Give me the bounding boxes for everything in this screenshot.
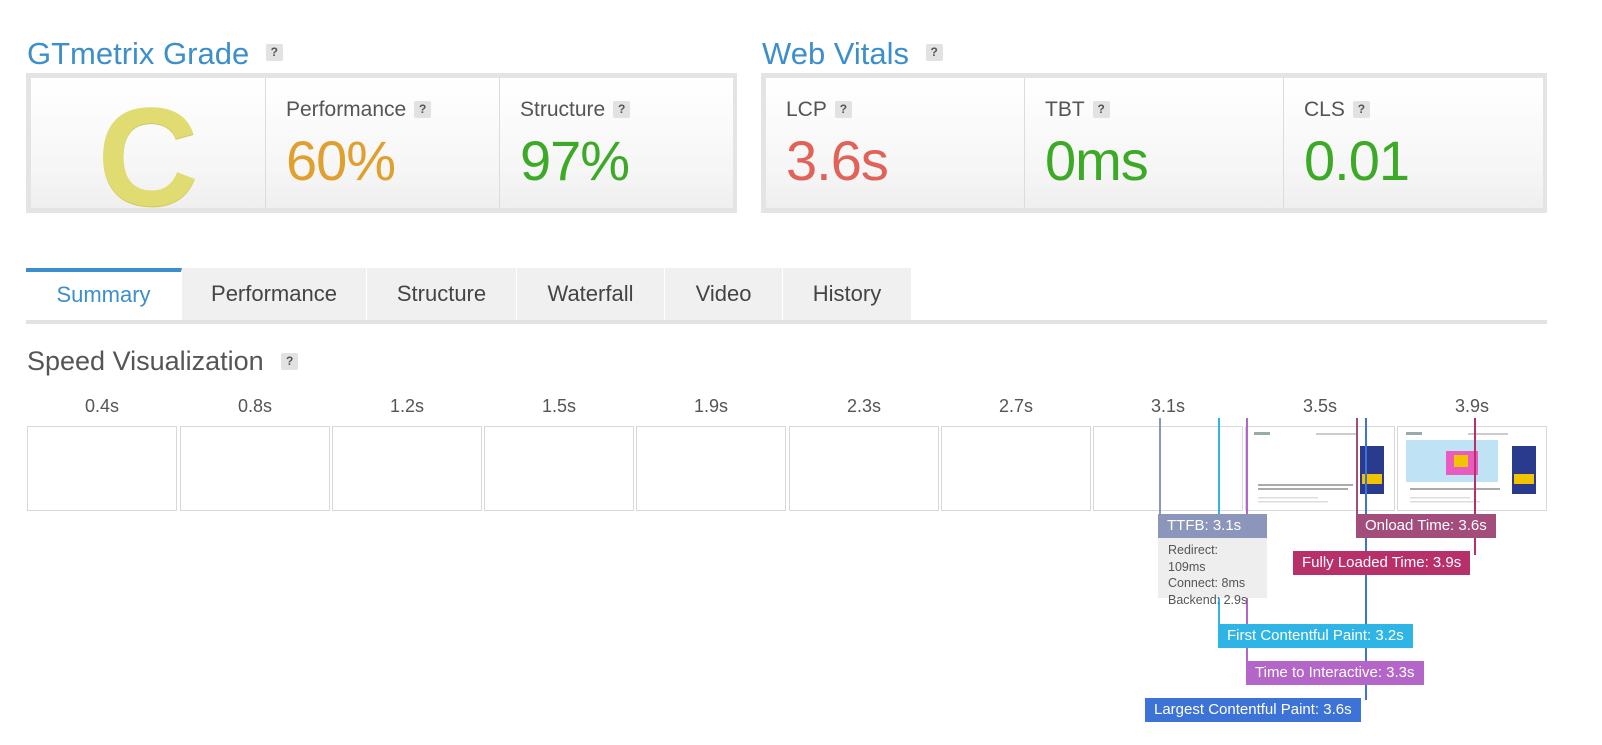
cls-value: 0.01 — [1304, 129, 1410, 192]
grade-letter: C — [97, 78, 199, 235]
tab-waterfall[interactable]: Waterfall — [517, 268, 665, 320]
performance-label-text: Performance — [286, 98, 407, 121]
grade-help-icon[interactable]: ? — [265, 44, 283, 61]
web-vitals-title: Web Vitals ? — [762, 36, 943, 72]
performance-value: 60% — [286, 129, 396, 192]
cls-help-icon[interactable]: ? — [1352, 101, 1370, 118]
filmstrip-frame[interactable] — [484, 426, 634, 511]
grade-cell: C — [31, 78, 265, 235]
filmstrip-frame-page-preview[interactable] — [1397, 426, 1547, 511]
tbt-value: 0ms — [1045, 129, 1149, 192]
lcp-help-icon[interactable]: ? — [834, 101, 852, 118]
onload-line — [1356, 418, 1358, 518]
ttfb-details: Redirect: 109ms Connect: 8ms Backend: 2.… — [1158, 538, 1267, 607]
page-thumbnail — [1406, 432, 1536, 503]
tab-performance[interactable]: Performance — [182, 268, 367, 320]
performance-help-icon[interactable]: ? — [414, 101, 432, 118]
tab-structure[interactable]: Structure — [367, 268, 517, 320]
fcp-marker[interactable]: First Contentful Paint: 3.2s — [1218, 624, 1413, 648]
ttfb-redirect: Redirect: 109ms — [1168, 543, 1219, 574]
tab-underline — [26, 320, 1547, 324]
ttfb-backend: Backend: 2.9s — [1168, 592, 1248, 607]
fully-loaded-marker[interactable]: Fully Loaded Time: 3.9s — [1293, 551, 1471, 575]
tab-video[interactable]: Video — [665, 268, 783, 320]
cls-cell: CLS? 0.01 — [1283, 78, 1543, 208]
speed-visualization-title: Speed Visualization ? — [27, 346, 299, 377]
filmstrip-frame[interactable] — [27, 426, 177, 511]
tbt-cell: TBT? 0ms — [1024, 78, 1284, 208]
tbt-label-text: TBT — [1045, 98, 1085, 121]
filmstrip-frame[interactable] — [941, 426, 1091, 511]
lcp-label-text: LCP — [786, 98, 827, 121]
structure-label: Structure? — [520, 98, 631, 122]
filmstrip-frame[interactable] — [180, 426, 330, 511]
timeline-tick: 0.8s — [237, 396, 273, 416]
tbt-label: TBT? — [1045, 98, 1110, 122]
timeline-tick: 1.5s — [541, 396, 577, 416]
gtmetrix-grade-title-text: GTmetrix Grade — [27, 36, 250, 71]
filmstrip-frame[interactable] — [789, 426, 939, 511]
gtmetrix-grade-title: GTmetrix Grade ? — [27, 36, 283, 72]
tti-marker[interactable]: Time to Interactive: 3.3s — [1246, 661, 1424, 685]
filmstrip-frame-page-preview[interactable] — [1245, 426, 1395, 511]
speed-help-icon[interactable]: ? — [281, 353, 299, 370]
filmstrip-frame[interactable] — [1093, 426, 1243, 511]
timeline-tick: 1.2s — [389, 396, 425, 416]
tab-summary[interactable]: Summary — [26, 268, 182, 320]
grade-panel: C Performance? 60% Structure? 97% — [26, 73, 737, 235]
structure-cell: Structure? 97% — [499, 78, 733, 208]
filmstrip-frame[interactable] — [332, 426, 482, 511]
structure-help-icon[interactable]: ? — [613, 101, 631, 118]
vitals-panel: LCP? 3.6s TBT? 0ms CLS? 0.01 — [761, 73, 1547, 213]
performance-cell: Performance? 60% — [265, 78, 500, 208]
lcp-label: LCP? — [786, 98, 852, 122]
lcp-cell: LCP? 3.6s — [766, 78, 1024, 208]
structure-label-text: Structure — [520, 98, 606, 121]
timeline-tick: 3.9s — [1454, 396, 1490, 416]
cls-label: CLS? — [1304, 98, 1370, 122]
tab-history[interactable]: History — [783, 268, 912, 320]
cls-label-text: CLS — [1304, 98, 1345, 121]
web-vitals-title-text: Web Vitals — [762, 36, 910, 71]
ttfb-marker[interactable]: TTFB: 3.1s — [1158, 514, 1267, 538]
page-thumbnail — [1254, 432, 1384, 503]
performance-label: Performance? — [286, 98, 432, 122]
timeline-tick: 3.1s — [1150, 396, 1186, 416]
timeline-tick: 2.3s — [846, 396, 882, 416]
lcp-value: 3.6s — [786, 129, 889, 192]
timeline-tick: 2.7s — [998, 396, 1034, 416]
ttfb-line — [1159, 418, 1161, 518]
timeline-tick: 1.9s — [693, 396, 729, 416]
timeline-tick: 0.4s — [84, 396, 120, 416]
tbt-help-icon[interactable]: ? — [1092, 101, 1110, 118]
speed-visualization-title-text: Speed Visualization — [27, 346, 264, 376]
ttfb-connect: Connect: 8ms — [1168, 576, 1246, 590]
lcp-marker[interactable]: Largest Contentful Paint: 3.6s — [1145, 698, 1361, 722]
vitals-help-icon[interactable]: ? — [925, 44, 943, 61]
onload-marker[interactable]: Onload Time: 3.6s — [1356, 514, 1496, 538]
structure-value: 97% — [520, 129, 630, 192]
timeline-tick: 3.5s — [1302, 396, 1338, 416]
filmstrip-frame[interactable] — [636, 426, 786, 511]
